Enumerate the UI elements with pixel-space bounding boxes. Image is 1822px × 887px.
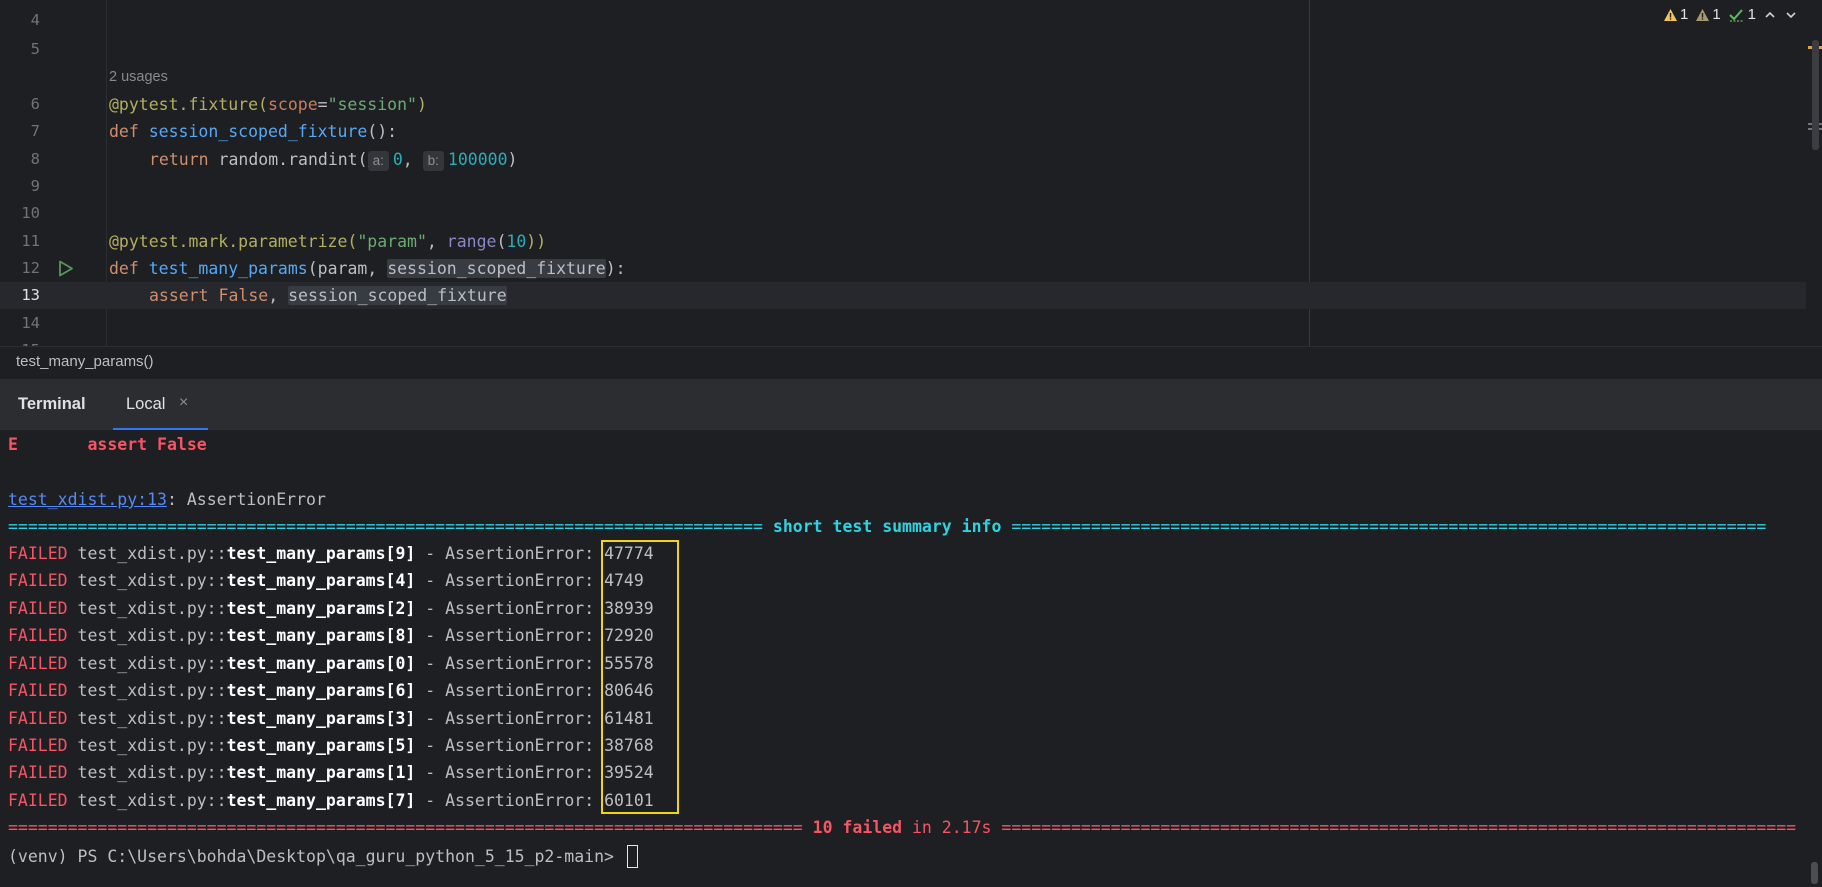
- failure-row: FAILED test_xdist.py::test_many_params[3…: [8, 709, 654, 728]
- warning-icon: [1663, 8, 1677, 21]
- line-number-current: 13: [21, 286, 40, 304]
- decorator: @pytest.mark.parametrize(: [109, 232, 358, 251]
- paren: )): [526, 232, 547, 251]
- fixture-reference: session_scoped_fixture: [288, 286, 507, 305]
- weak-warning-icon: [1696, 8, 1710, 21]
- failure-row: FAILED test_xdist.py::test_many_params[0…: [8, 654, 654, 673]
- terminal-output[interactable]: E assert False test_xdist.py:13: Asserti…: [0, 430, 1822, 887]
- terminal-scroll-thumb[interactable]: [1811, 862, 1818, 884]
- line-number: 8: [30, 150, 40, 168]
- code-line-7[interactable]: def session_scoped_fixture():: [109, 118, 397, 145]
- failure-row: FAILED test_xdist.py::test_many_params[1…: [8, 763, 654, 782]
- source-link[interactable]: test_xdist.py:13: [8, 490, 167, 509]
- function-name: test_many_params: [148, 259, 308, 278]
- keyword: def: [109, 122, 149, 141]
- line-number: 6: [30, 95, 40, 113]
- code-editor[interactable]: 4 5 6 7 8 9 10 11 12 13 14 15 2 usages @…: [0, 0, 1822, 346]
- keyword: assert: [149, 286, 219, 305]
- duration: in 2.17s: [902, 818, 1002, 837]
- line-number: 10: [21, 204, 40, 222]
- line-number: 12: [21, 259, 40, 277]
- line-number: 15: [0, 337, 40, 346]
- error-marker: E: [8, 435, 18, 454]
- line-number: 4: [30, 11, 40, 29]
- param-hint-a: a:: [367, 151, 389, 171]
- failure-row: FAILED test_xdist.py::test_many_params[7…: [8, 791, 654, 810]
- paren: ): [416, 95, 427, 114]
- result-summary-line: ========================================…: [8, 818, 1797, 837]
- failure-row: FAILED test_xdist.py::test_many_params[2…: [8, 599, 654, 618]
- number-literal: 100000: [447, 150, 508, 169]
- shell-prompt[interactable]: (venv) PS C:\Users\bohda\Desktop\qa_guru…: [8, 843, 624, 870]
- prompt-text: (venv) PS C:\Users\bohda\Desktop\qa_guru…: [8, 847, 624, 866]
- run-test-icon[interactable]: [58, 260, 74, 277]
- summary-title: short test summary info: [762, 517, 1012, 536]
- terminal-cursor: [627, 845, 638, 868]
- tab-label: Local: [126, 395, 166, 413]
- string-literal: "param": [357, 232, 427, 251]
- line-number: 5: [30, 40, 40, 58]
- line-number: 7: [30, 122, 40, 140]
- keyword: False: [218, 286, 269, 305]
- editor-scroll-thumb[interactable]: [1812, 40, 1819, 150]
- breadcrumb[interactable]: test_many_params(): [0, 346, 1822, 378]
- terminal-toolwindow-header: Terminal Local ×: [0, 378, 1822, 431]
- code-text: (: [496, 232, 507, 251]
- values-highlight-box: [601, 540, 679, 814]
- param-hint-b: b:: [422, 151, 444, 171]
- code-line-12[interactable]: def test_many_params(param, session_scop…: [109, 255, 626, 282]
- code-text: random.randint(: [218, 150, 368, 169]
- code-text: ():: [367, 122, 398, 141]
- code-line-8[interactable]: return random.randint(a: 0, b: 100000): [149, 146, 517, 173]
- editor-scrollbar-markers[interactable]: [1808, 0, 1822, 346]
- chevron-up-icon[interactable]: [1763, 8, 1777, 22]
- chevron-down-icon[interactable]: [1784, 8, 1798, 22]
- failure-row: FAILED test_xdist.py::test_many_params[4…: [8, 571, 644, 590]
- function-name: session_scoped_fixture: [148, 122, 368, 141]
- terminal-title: Terminal: [18, 395, 86, 413]
- failure-row: FAILED test_xdist.py::test_many_params[6…: [8, 681, 654, 700]
- number-literal: 0: [392, 150, 403, 169]
- keyword: return: [149, 150, 219, 169]
- terminal-tab-local[interactable]: Local ×: [113, 379, 208, 431]
- line-number: 14: [21, 314, 40, 332]
- failure-row: FAILED test_xdist.py::test_many_params[8…: [8, 626, 654, 645]
- line-number: 9: [30, 177, 40, 195]
- code-text: ,: [402, 150, 423, 169]
- code-line-6[interactable]: @pytest.fixture(scope="session"): [109, 91, 427, 118]
- summary-header: ========================================…: [8, 517, 1767, 536]
- keyword-arg: scope: [267, 95, 318, 114]
- fixture-reference: session_scoped_fixture: [387, 259, 606, 278]
- usages-hint[interactable]: 2 usages: [109, 67, 168, 87]
- typo-count[interactable]: 1: [1728, 6, 1756, 23]
- weak-warning-count[interactable]: 1: [1695, 6, 1721, 23]
- string-literal: "session": [327, 95, 417, 114]
- inspection-widget[interactable]: 1 1 1: [1663, 6, 1798, 23]
- close-icon[interactable]: ×: [179, 394, 188, 412]
- error-message: assert False: [87, 435, 207, 454]
- failure-row: FAILED test_xdist.py::test_many_params[9…: [8, 544, 654, 563]
- traceback-line: test_xdist.py:13: AssertionError: [8, 486, 326, 513]
- code-text: ): [507, 150, 518, 169]
- keyword: def: [109, 259, 149, 278]
- failure-row: FAILED test_xdist.py::test_many_params[5…: [8, 736, 654, 755]
- check-icon: [1728, 8, 1744, 22]
- code-text: ):: [605, 259, 626, 278]
- operator: =: [317, 95, 328, 114]
- number-literal: 10: [506, 232, 527, 251]
- code-text: ,: [268, 286, 289, 305]
- error-type: : AssertionError: [166, 490, 326, 509]
- breadcrumb-item[interactable]: test_many_params(): [16, 353, 154, 370]
- decorator: @pytest.fixture(: [109, 95, 268, 114]
- assert-error-line: E assert False: [8, 431, 207, 458]
- failed-count: 10 failed: [802, 818, 903, 837]
- warning-count[interactable]: 1: [1663, 6, 1688, 23]
- code-text: (param,: [307, 259, 388, 278]
- code-text: ,: [426, 232, 447, 251]
- builtin-name: range: [446, 232, 497, 251]
- code-line-11[interactable]: @pytest.mark.parametrize("param", range(…: [109, 228, 546, 255]
- line-number: 11: [21, 232, 40, 250]
- code-line-13[interactable]: assert False, session_scoped_fixture: [149, 282, 507, 309]
